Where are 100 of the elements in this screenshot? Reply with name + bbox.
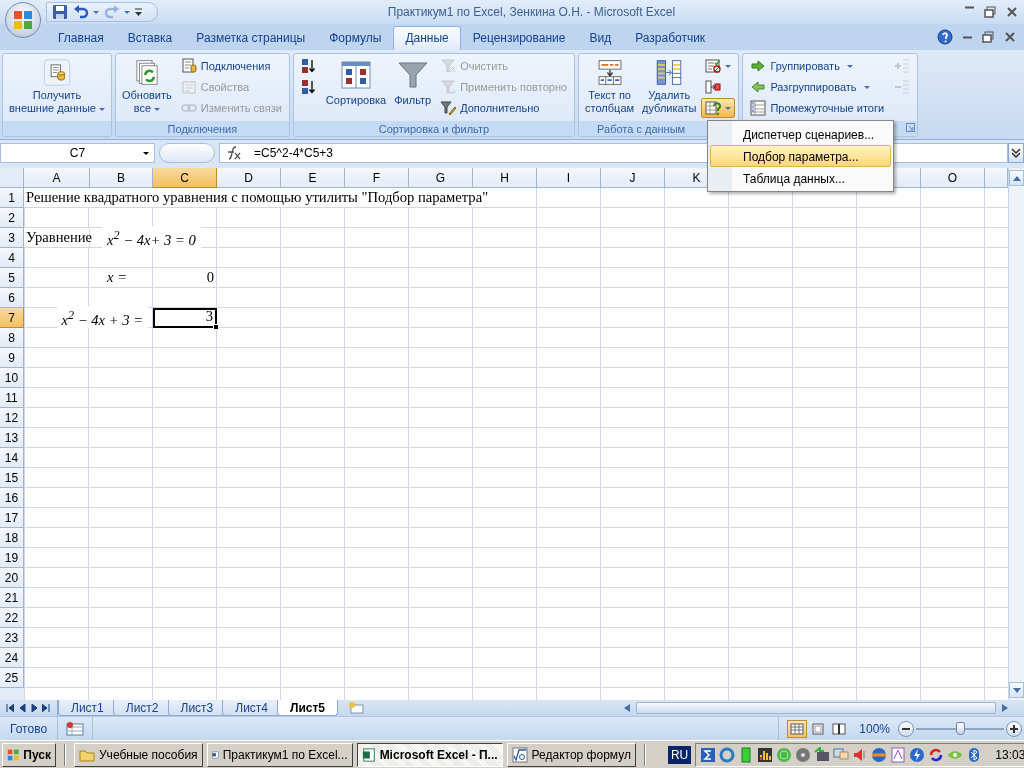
row-header[interactable]: 1	[0, 188, 24, 208]
column-header[interactable]: I	[537, 168, 601, 188]
language-indicator[interactable]: RU	[667, 745, 692, 764]
restore-icon	[984, 6, 996, 18]
up-arrow-icon	[1012, 175, 1021, 181]
taskbar-button[interactable]: Microsoft Excel - П...	[356, 742, 503, 767]
column-header[interactable]: F	[345, 168, 409, 188]
record-macro-icon	[66, 721, 85, 736]
column-header[interactable]: G	[409, 168, 473, 188]
ribbon-button[interactable]: Дополнительно	[436, 98, 572, 118]
menu-item[interactable]: Диспетчер сценариев...	[710, 123, 891, 145]
column-header[interactable]: C	[153, 168, 217, 188]
quick-access-button[interactable]	[51, 3, 69, 21]
row-header[interactable]: 9	[0, 348, 24, 368]
ribbon-button[interactable]: Группировать	[746, 56, 889, 76]
formula-editor-icon	[511, 746, 528, 763]
ribbon-tab[interactable]: Главная	[46, 26, 116, 50]
taskbar-button[interactable]: Редактор формул	[506, 742, 636, 767]
monitor-icon	[833, 746, 850, 763]
row-header[interactable]: 16	[0, 488, 24, 508]
row-header[interactable]: 11	[0, 388, 24, 408]
ribbon-button[interactable]: Разгруппировать	[746, 77, 889, 97]
row-header[interactable]: 2	[0, 208, 24, 228]
ribbon-tab[interactable]: Разработчик	[623, 26, 718, 50]
dialog-launcher-icon[interactable]	[906, 123, 916, 132]
redo-icon	[104, 4, 120, 20]
row-header[interactable]: 19	[0, 548, 24, 568]
ribbon-button[interactable]: Подключения	[176, 56, 286, 76]
row-header[interactable]: 18	[0, 528, 24, 548]
ribbon-tab[interactable]: Разметка страницы	[184, 26, 318, 50]
column-header[interactable]: D	[217, 168, 281, 188]
scroll-up-button[interactable]	[1009, 170, 1024, 186]
zoom-slider[interactable]	[916, 720, 1004, 737]
bar-chart-icon	[757, 746, 774, 763]
menu-item[interactable]: Подбор параметра...	[710, 145, 891, 167]
row-header[interactable]: 10	[0, 368, 24, 388]
spreadsheet-icon	[361, 746, 376, 763]
ribbon-button[interactable]: Текст по столбцам	[582, 56, 638, 118]
ribbon-button[interactable]: Получить внешние данные	[6, 56, 108, 118]
row-header[interactable]: 15	[0, 468, 24, 488]
row-header[interactable]: 17	[0, 508, 24, 528]
previous-sheet-icon	[18, 704, 26, 712]
row-header[interactable]: 24	[0, 648, 24, 668]
taskbar-button[interactable]: Практикум1 по Excel...	[206, 742, 353, 767]
row-header[interactable]: 7	[0, 308, 24, 328]
ribbon-tab[interactable]: Формулы	[317, 26, 394, 50]
row-header[interactable]: 14	[0, 448, 24, 468]
sync-icon	[928, 746, 945, 763]
name-box[interactable]: C7	[0, 143, 155, 163]
slider-thumb[interactable]	[956, 721, 965, 735]
ribbon-button[interactable]	[701, 98, 736, 118]
table-cell[interactable]: 3	[153, 308, 217, 328]
column-header[interactable]: H	[473, 168, 537, 188]
sheet-tab[interactable]: Лист5	[277, 700, 339, 716]
zoom-in-button[interactable]	[1006, 720, 1022, 737]
table-cell[interactable]: Уравнение	[24, 228, 90, 248]
row-header[interactable]: 8	[0, 328, 24, 348]
column-header[interactable]: E	[281, 168, 345, 188]
next-sheet-icon	[30, 704, 38, 712]
ribbon-button[interactable]: Обновить все	[118, 56, 175, 118]
row-header[interactable]: 5	[0, 268, 24, 288]
row-header[interactable]: 25	[0, 668, 24, 688]
ribbon-button[interactable]: Фильтр	[391, 56, 435, 118]
ribbon-button[interactable]: Удалить дубликаты	[639, 56, 700, 118]
quick-access-button[interactable]	[72, 3, 100, 21]
row-header[interactable]: 22	[0, 608, 24, 628]
scroll-down-button[interactable]	[1009, 682, 1024, 698]
zoom-out-button[interactable]	[898, 720, 914, 737]
document-database-icon	[41, 59, 73, 86]
fill-handle[interactable]	[213, 324, 219, 330]
window-title: Практикум1 по Excel, Зенкина О.Н. - Microsoft Excel	[386, 5, 677, 19]
row-header[interactable]: 6	[0, 288, 24, 308]
ribbon-button[interactable]: Сортировка	[322, 56, 390, 118]
row-header[interactable]: 23	[0, 628, 24, 648]
expand-button[interactable]	[1008, 143, 1024, 163]
row-header[interactable]: 4	[0, 248, 24, 268]
ribbon-tab[interactable]: Вставка	[115, 26, 185, 50]
funnel-icon	[396, 59, 429, 91]
start-button[interactable]: Пуск	[2, 742, 56, 767]
funnel-pencil-icon	[440, 100, 457, 116]
row-header[interactable]: 12	[0, 408, 24, 428]
row-header[interactable]: 20	[0, 568, 24, 588]
taskbar-button[interactable]: Учебные пособия	[74, 742, 203, 767]
sort-ascending-icon	[300, 58, 317, 74]
zoom-level[interactable]: 100%	[849, 721, 898, 736]
ribbon-button[interactable]: Промежуточные итоги	[746, 98, 889, 118]
row-header[interactable]: 13	[0, 428, 24, 448]
equation: x$^{2}$ − 4x + 3 =	[56, 305, 148, 329]
column-header[interactable]: O	[921, 168, 985, 188]
column-header[interactable]: A	[24, 168, 90, 188]
ribbon-tab[interactable]: Вид	[577, 26, 624, 50]
page-break-icon	[832, 722, 847, 735]
caret-icon	[135, 7, 142, 17]
row-header[interactable]: 3	[0, 228, 24, 248]
column-header[interactable]: J	[601, 168, 665, 188]
row-header[interactable]: 21	[0, 588, 24, 608]
ribbon-tab[interactable]: Данные	[393, 26, 461, 50]
ribbon-tab[interactable]: Рецензирование	[460, 26, 578, 50]
column-header[interactable]: B	[90, 168, 153, 188]
caret-icon	[143, 151, 149, 155]
